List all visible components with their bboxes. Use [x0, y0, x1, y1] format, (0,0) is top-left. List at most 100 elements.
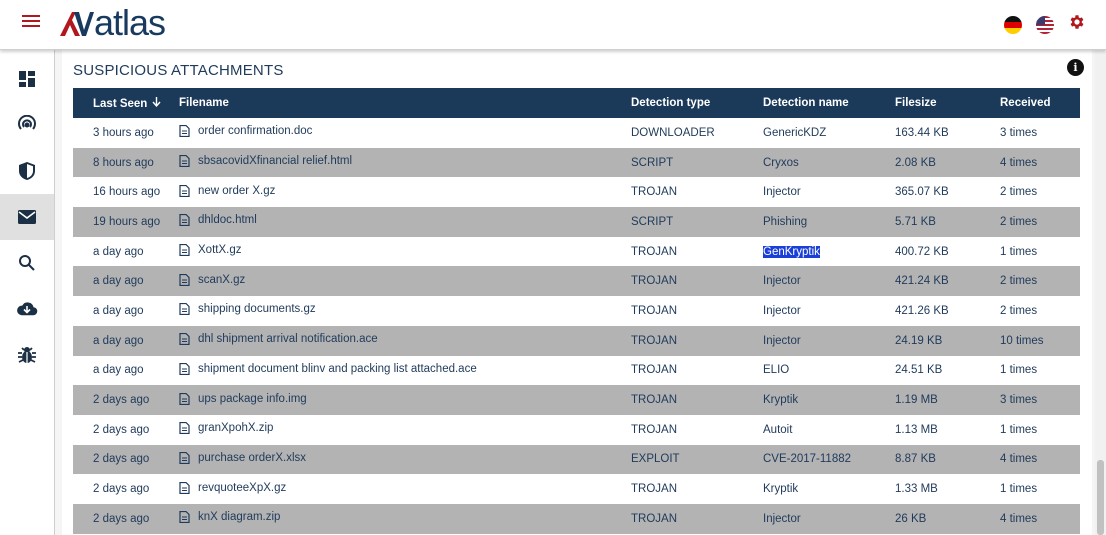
column-header-detection-name[interactable]: Detection name: [763, 88, 895, 118]
cell-filename[interactable]: shipment document blinv and packing list…: [179, 356, 631, 386]
us-flag-icon[interactable]: [1036, 15, 1054, 34]
mail-icon: [18, 210, 36, 224]
table-header-row: Last Seen Filename Detection type Detect…: [73, 88, 1080, 118]
cell-filesize: 1.13 MB: [895, 423, 938, 436]
cell-last-seen: a day ago: [93, 364, 144, 377]
cell-filesize: 24.51 KB: [895, 364, 943, 377]
menu-icon[interactable]: [22, 15, 40, 31]
sidebar-item-radar[interactable]: [0, 102, 54, 148]
table-row[interactable]: 2 days ago ups package info.img TROJAN Kryp…: [73, 385, 1080, 415]
cell-filename[interactable]: purchase orderX.xlsx: [179, 445, 631, 475]
cell-filename[interactable]: dhldoc.html: [179, 207, 631, 237]
shield-icon: [19, 162, 35, 180]
cell-detection-name: Injector: [763, 296, 895, 326]
detection-name-text: GenKryptik: [763, 245, 820, 258]
cell-filename[interactable]: dhl shipment arrival notification.ace: [179, 326, 631, 356]
cell-filesize: 5.71 KB: [895, 215, 936, 228]
filename-text: shipment document blinv and packing list…: [198, 362, 477, 375]
info-icon[interactable]: i: [1067, 59, 1084, 76]
sidebar-item-bug[interactable]: [0, 332, 54, 378]
cell-received: 10 times: [1000, 334, 1044, 347]
filename-text: shipping documents.gz: [198, 303, 316, 316]
cell-detection-type: TROJAN: [631, 304, 677, 317]
cell-detection-name: ELIO: [763, 356, 895, 386]
gear-icon[interactable]: [1068, 13, 1086, 36]
cell-filename[interactable]: granXpohX.zip: [179, 415, 631, 445]
sidebar-item-cloud-download[interactable]: [0, 286, 54, 332]
cell-last-seen: 2 days ago: [93, 394, 150, 407]
table-row[interactable]: a day ago dhl shipment arrival notificati…: [73, 325, 1080, 356]
logo[interactable]: atlas: [60, 2, 166, 43]
sidebar-item-search[interactable]: [0, 240, 54, 286]
cell-filename[interactable]: revquoteeXpX.gz: [179, 474, 631, 504]
cell-filename[interactable]: knX diagram.zip: [179, 504, 631, 534]
sidebar-item-dashboard[interactable]: [0, 56, 54, 102]
column-header-last-seen[interactable]: Last Seen: [73, 88, 179, 118]
detection-name-text: Injector: [763, 186, 801, 199]
detection-name-text: GenericKDZ: [763, 126, 827, 139]
cell-detection-name: CVE-2017-11882: [763, 445, 895, 475]
column-header-filename[interactable]: Filename: [179, 88, 631, 118]
cell-filename[interactable]: order confirmation.doc: [179, 118, 631, 148]
table-row[interactable]: 19 hours ago dhldoc.html SCRIPT Phishing 5.7…: [73, 207, 1080, 237]
cell-filename[interactable]: shipping documents.gz: [179, 296, 631, 326]
table-row[interactable]: 2 days ago revquoteeXpX.gz TROJAN Kryptik 1.…: [73, 474, 1080, 504]
cell-last-seen: a day ago: [93, 275, 144, 288]
bug-icon: [18, 347, 36, 363]
attachments-table: Last Seen Filename Detection type Detect…: [73, 88, 1080, 534]
cell-received: 1 times: [1000, 245, 1038, 258]
table-row[interactable]: a day ago shipment document blinv and pac…: [73, 355, 1080, 386]
filename-text: dhl shipment arrival notification.ace: [198, 333, 378, 346]
cell-detection-type: TROJAN: [631, 186, 677, 199]
filename-text: revquoteeXpX.gz: [198, 481, 287, 494]
cell-detection-type: TROJAN: [631, 512, 677, 525]
cell-filename[interactable]: ups package info.img: [179, 385, 631, 415]
filename-text: scanX.gz: [198, 273, 246, 286]
cell-filename[interactable]: XottX.gz: [179, 237, 631, 267]
table-row[interactable]: 16 hours ago new order X.gz TROJAN Injector…: [73, 177, 1080, 208]
cell-received: 4 times: [1000, 453, 1038, 466]
table-row[interactable]: 8 hours ago sbsacovidXfinancial relief.ht…: [73, 147, 1080, 178]
table-row[interactable]: 2 days ago granXpohX.zip TROJAN Autoit 1.13 …: [73, 414, 1080, 445]
file-icon: [179, 392, 190, 405]
scrollbar[interactable]: [1095, 50, 1106, 535]
sidebar-item-shield[interactable]: [0, 148, 54, 194]
cell-filename[interactable]: sbsacovidXfinancial relief.html: [179, 148, 631, 178]
column-header-received[interactable]: Received: [1000, 88, 1080, 118]
cell-detection-name: Injector: [763, 326, 895, 356]
cell-detection-name: Injector: [763, 266, 895, 296]
scrollbar-thumb[interactable]: [1097, 460, 1104, 535]
cell-last-seen: 2 days ago: [93, 423, 150, 436]
cell-received: 4 times: [1000, 512, 1038, 525]
sidebar-item-mail[interactable]: [0, 194, 54, 240]
table-row[interactable]: 2 days ago purchase orderX.xlsx EXPLOIT CVE…: [73, 444, 1080, 475]
logo-text: atlas: [94, 2, 166, 43]
cell-filename[interactable]: new order X.gz: [179, 177, 631, 207]
cell-detection-name: Kryptik: [763, 474, 895, 504]
file-icon: [179, 333, 190, 346]
cell-filename[interactable]: scanX.gz: [179, 266, 631, 296]
detection-name-text: Cryxos: [763, 156, 799, 169]
cell-detection-name: GenKryptik: [763, 237, 895, 267]
table-row[interactable]: 2 days ago knX diagram.zip TROJAN Injector 2…: [73, 503, 1080, 534]
cell-last-seen: 2 days ago: [93, 512, 150, 525]
cell-filesize: 400.72 KB: [895, 245, 949, 258]
file-icon: [179, 511, 190, 524]
column-header-detection-type[interactable]: Detection type: [631, 88, 763, 118]
cell-filesize: 8.87 KB: [895, 453, 936, 466]
cell-last-seen: 8 hours ago: [93, 156, 154, 169]
table-row[interactable]: a day ago scanX.gz TROJAN Injector 421.24 KB…: [73, 266, 1080, 297]
german-flag-icon[interactable]: [1004, 15, 1022, 34]
cell-received: 1 times: [1000, 364, 1038, 377]
cell-filesize: 26 KB: [895, 512, 927, 525]
table-row[interactable]: a day ago shipping documents.gz TROJAN Inje…: [73, 296, 1080, 326]
cell-detection-type: TROJAN: [631, 394, 677, 407]
cell-detection-type: TROJAN: [631, 483, 677, 496]
column-header-filesize[interactable]: Filesize: [895, 88, 1000, 118]
detection-name-text: Injector: [763, 275, 801, 288]
table-row[interactable]: a day ago XottX.gz TROJAN GenKryptik 400.72 …: [73, 236, 1080, 267]
cell-last-seen: 2 days ago: [93, 483, 150, 496]
detection-name-text: Kryptik: [763, 483, 799, 496]
cell-filesize: 1.33 MB: [895, 483, 938, 496]
table-row[interactable]: 3 hours ago order confirmation.doc DOWNLOA…: [73, 118, 1080, 148]
